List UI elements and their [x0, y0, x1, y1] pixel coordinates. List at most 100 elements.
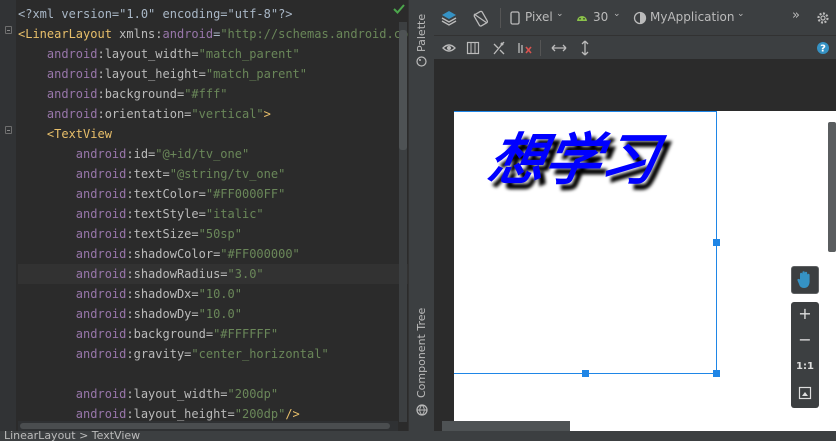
orientation-icon[interactable] [472, 9, 490, 27]
palette-tab[interactable]: Palette [415, 14, 428, 52]
fold-marker[interactable] [5, 26, 12, 34]
code-token: /> [285, 407, 300, 421]
code-token: "http://schemas.android.com/ [220, 27, 408, 41]
device-selector[interactable]: Pixel [525, 10, 553, 24]
code-line[interactable]: android:textStyle="italic" [18, 204, 408, 224]
blueprint-mode-icon[interactable] [466, 41, 480, 55]
code-token: android [46, 67, 98, 81]
code-line[interactable]: android:shadowDy="10.0" [18, 304, 408, 324]
canvas-horizontal-scrollbar[interactable] [442, 421, 570, 431]
code-token: android [75, 147, 127, 161]
code-line[interactable]: android:gravity="center_horizontal" [18, 344, 408, 364]
settings-gear-icon[interactable] [816, 11, 830, 25]
code-token: :orientation= [97, 107, 192, 121]
code-line[interactable]: android:layout_width="match_parent" [18, 44, 408, 64]
code-token: android [75, 387, 127, 401]
eye-icon[interactable] [442, 41, 456, 55]
clear-constraints-icon[interactable] [517, 41, 533, 55]
code-line[interactable]: android:text="@string/tv_one" [18, 164, 408, 184]
editor-horizontal-scrollbar-thumb[interactable] [20, 423, 390, 429]
zoom-controls: + − 1:1 [791, 302, 819, 408]
editor-vertical-scrollbar-thumb[interactable] [399, 30, 407, 150]
chevron-down-icon[interactable]: ⌄ [613, 9, 621, 19]
code-line[interactable]: android:background="#FFFFFF" [18, 324, 408, 344]
code-line[interactable]: android:id="@+id/tv_one" [18, 144, 408, 164]
design-surface-icon[interactable] [440, 9, 458, 27]
code-token: android [75, 207, 127, 221]
code-token: :gravity= [126, 347, 192, 361]
code-line[interactable]: android:shadowRadius="3.0" [18, 264, 408, 284]
fold-marker[interactable] [5, 126, 12, 134]
theme-icon[interactable] [633, 11, 647, 25]
code-line[interactable]: android:textColor="#FF0000FF" [18, 184, 408, 204]
palette-icon[interactable] [416, 56, 427, 67]
code-token: android [162, 27, 214, 41]
canvas-vertical-scrollbar[interactable] [828, 122, 836, 252]
device-icon[interactable] [510, 11, 520, 25]
design-toolbar: Pixel ⌄ 30 ⌄ MyApplication ⌄ » [434, 0, 836, 36]
code-line[interactable]: android:shadowDx="10.0" [18, 284, 408, 304]
zoom-to-fit-icon[interactable] [798, 386, 812, 400]
code-token: :textStyle= [126, 207, 206, 221]
code-token: > [263, 107, 271, 121]
code-line[interactable]: android:orientation="vertical"> [18, 104, 408, 124]
code-token: android [46, 87, 98, 101]
layout-design-panel: Pixel ⌄ 30 ⌄ MyApplication ⌄ » ? 想学习 + −… [434, 0, 836, 431]
code-token: :textColor= [126, 187, 206, 201]
zoom-in-button[interactable]: + [791, 302, 819, 326]
textview-preview-text[interactable]: 想学习 [483, 115, 665, 196]
code-token: :shadowRadius= [126, 267, 228, 281]
chevron-down-icon[interactable]: ⌄ [737, 9, 745, 19]
component-tree-tab[interactable]: Component Tree [415, 308, 428, 398]
status-bar: LinearLayout > TextView [0, 431, 836, 441]
code-token: :layout_height= [126, 407, 235, 421]
code-token: android [75, 407, 127, 421]
api-level-selector[interactable]: 30 [593, 10, 608, 24]
pan-button[interactable] [791, 266, 819, 294]
code-token: <LinearLayout [18, 27, 120, 41]
code-token: android [75, 187, 127, 201]
disable-autoconnect-icon[interactable] [491, 41, 507, 55]
device-preview-screen[interactable]: 想学习 [454, 111, 836, 431]
vertical-resize-icon[interactable] [578, 40, 592, 56]
resize-handle-bottom[interactable] [582, 370, 589, 377]
resize-handle-right[interactable] [713, 239, 720, 246]
breadcrumb[interactable]: LinearLayout > TextView [4, 431, 140, 441]
code-line[interactable]: android:background="#fff" [18, 84, 408, 104]
zoom-out-button[interactable]: − [791, 328, 819, 352]
inspection-ok-icon[interactable] [392, 2, 406, 16]
android-api-icon[interactable] [575, 11, 589, 25]
chevron-down-icon[interactable]: ⌄ [556, 9, 564, 19]
code-line[interactable]: android:layout_height="match_parent" [18, 64, 408, 84]
zoom-actual-size-button[interactable]: 1:1 [791, 355, 819, 379]
code-token: android [75, 167, 127, 181]
code-line[interactable]: android:shadowColor="#FF000000" [18, 244, 408, 264]
help-icon[interactable]: ? [816, 41, 830, 55]
code-token: "@+id/tv_one" [155, 147, 250, 161]
code-line[interactable] [18, 364, 408, 384]
code-token: "match_parent" [198, 47, 300, 61]
code-line[interactable]: android:layout_width="200dp" [18, 384, 408, 404]
code-line[interactable]: <?xml version="1.0" encoding="utf-8"?> [18, 4, 408, 24]
code-line[interactable]: android:textSize="50sp" [18, 224, 408, 244]
code-line[interactable]: <LinearLayout xmlns:android="http://sche… [18, 24, 408, 44]
horizontal-resize-icon[interactable] [551, 41, 567, 55]
resize-handle-corner[interactable] [713, 370, 720, 377]
component-tree-icon[interactable] [416, 404, 428, 416]
code-line[interactable]: <TextView [18, 124, 408, 144]
more-toolbar-icon[interactable]: » [792, 8, 800, 23]
code-token: "200dp" [227, 387, 279, 401]
code-token: "#FF000000" [220, 247, 300, 261]
code-editor[interactable]: <?xml version="1.0" encoding="utf-8"?> <L… [0, 0, 408, 431]
design-canvas[interactable]: 想学习 + − 1:1 [434, 61, 836, 431]
code-token: :textSize= [126, 227, 199, 241]
app-theme-selector[interactable]: MyApplication [650, 10, 735, 24]
code-token: "10.0" [198, 287, 242, 301]
